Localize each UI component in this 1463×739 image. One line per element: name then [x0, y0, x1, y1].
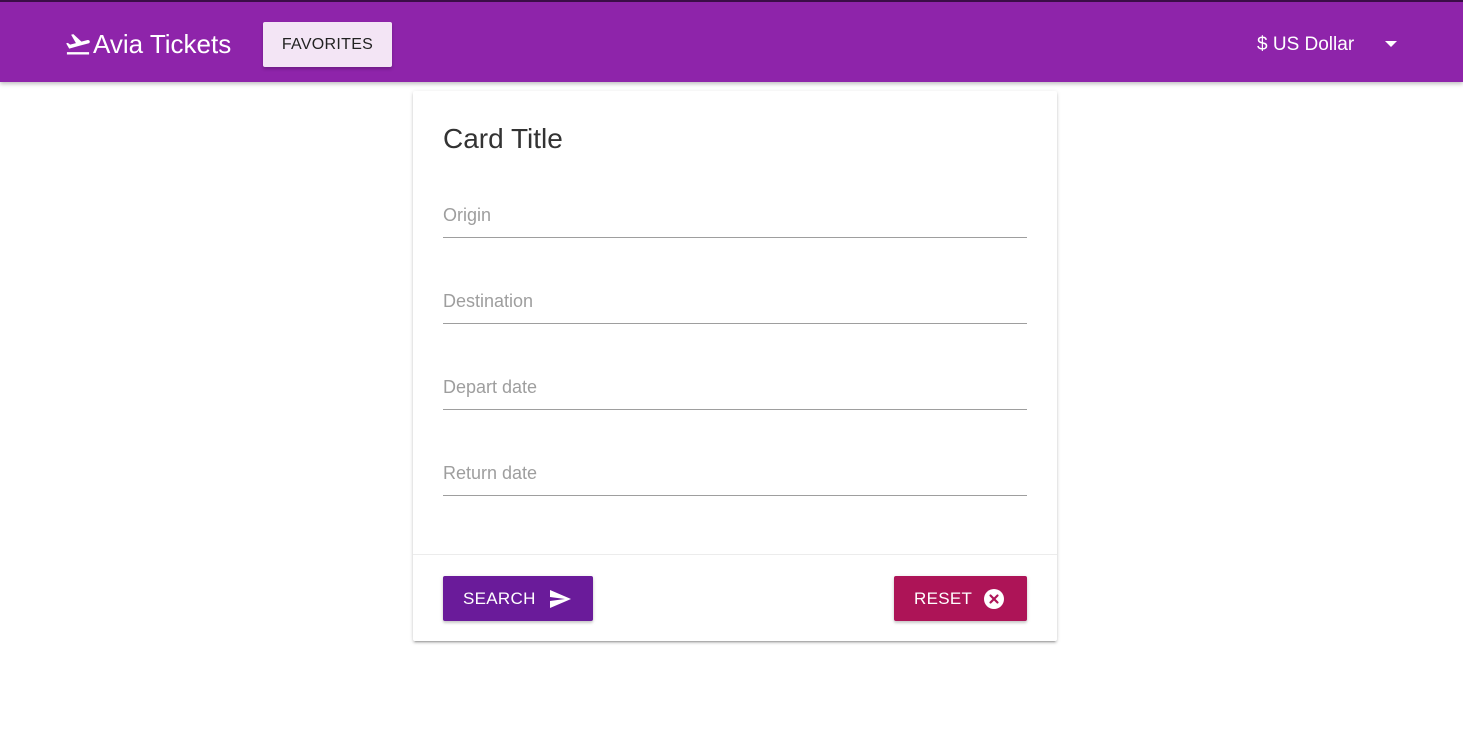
- currency-selected-value: $ US Dollar: [1257, 33, 1355, 55]
- search-button[interactable]: SEARCH: [443, 576, 593, 621]
- reset-button[interactable]: RESET: [894, 576, 1027, 621]
- search-button-label: SEARCH: [463, 588, 536, 608]
- card-action-divider: [413, 554, 1057, 555]
- favorites-button[interactable]: FAVORITES: [263, 22, 392, 67]
- card-title: Card Title: [443, 123, 563, 154]
- send-icon: [550, 590, 571, 608]
- origin-input[interactable]: [443, 194, 1027, 238]
- reset-button-label: RESET: [914, 588, 973, 608]
- caret-down-icon: [1385, 41, 1397, 47]
- brand-title: Avia Tickets: [93, 29, 232, 59]
- brand-logo-link[interactable]: Avia Tickets: [64, 24, 231, 64]
- search-form-card: Card Title SEARCH RESET: [413, 91, 1057, 641]
- currency-select[interactable]: $ US Dollar: [1257, 22, 1407, 67]
- cancel-circle-icon: [984, 589, 1004, 609]
- depart-date-input[interactable]: [443, 366, 1027, 410]
- flight-takeoff-icon: [66, 34, 90, 55]
- top-navbar: Avia Tickets FAVORITES $ US Dollar: [0, 0, 1463, 82]
- destination-input[interactable]: [443, 280, 1027, 324]
- return-date-input[interactable]: [443, 452, 1027, 496]
